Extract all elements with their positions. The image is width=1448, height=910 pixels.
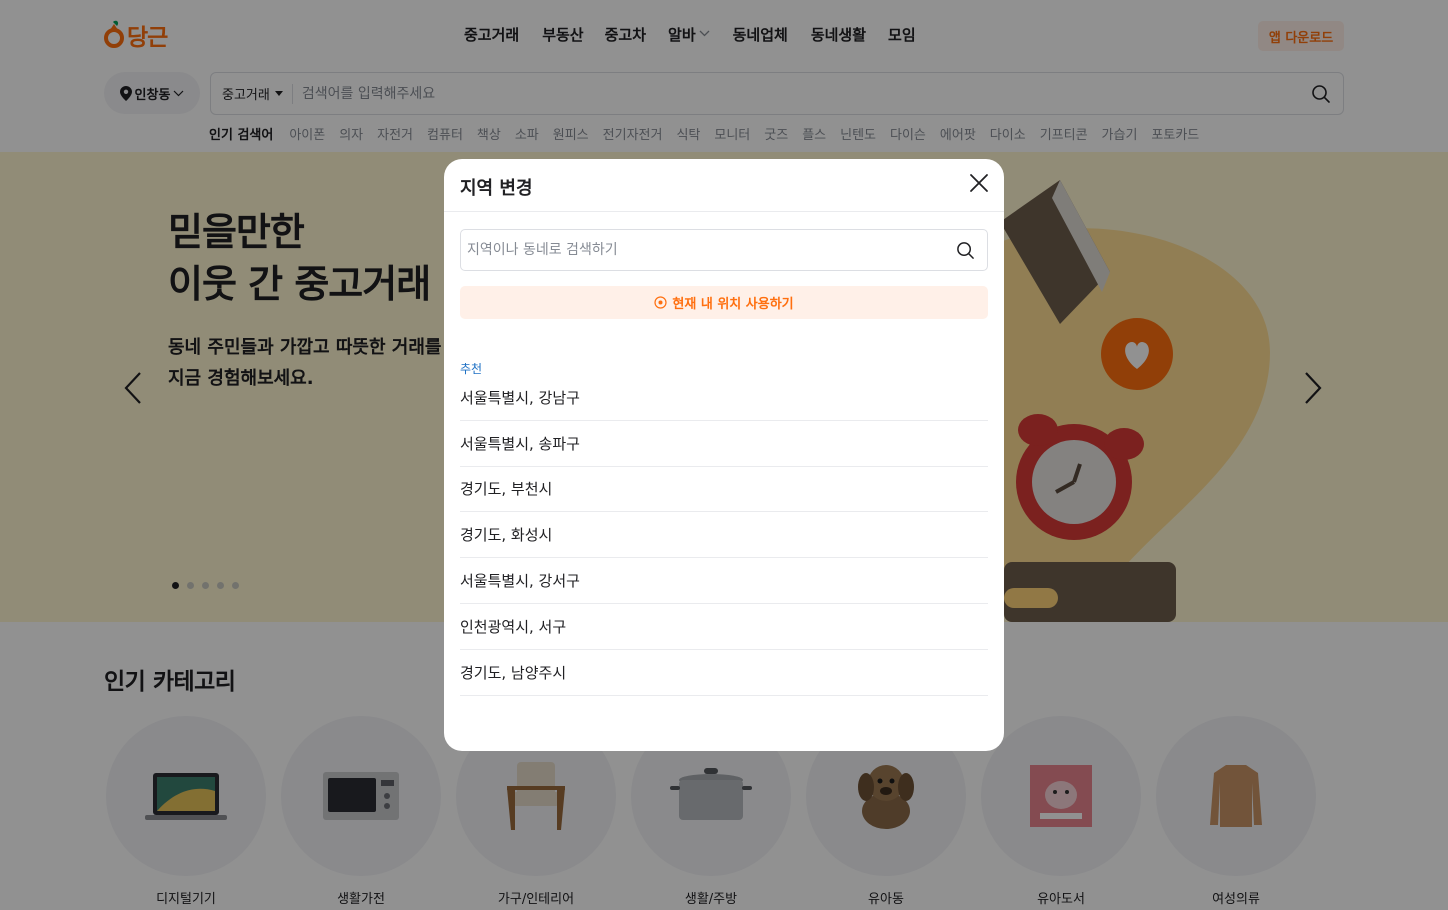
use-current-location-label: 현재 내 위치 사용하기 (672, 297, 794, 312)
region-item[interactable]: 서울특별시, 송파구 (460, 421, 988, 467)
crosshair-icon (654, 296, 667, 309)
use-current-location-button[interactable]: 현재 내 위치 사용하기 (460, 286, 988, 319)
region-item[interactable]: 서울특별시, 강서구 (460, 558, 988, 604)
region-item[interactable]: 경기도, 부천시 (460, 467, 988, 513)
close-icon[interactable] (968, 172, 990, 194)
region-search-field (460, 229, 988, 271)
recommended-region-list: 서울특별시, 강남구 서울특별시, 송파구 경기도, 부천시 경기도, 화성시 … (460, 375, 988, 696)
region-item[interactable]: 경기도, 화성시 (460, 512, 988, 559)
region-item[interactable]: 서울특별시, 강남구 (460, 375, 988, 421)
modal-header: 지역 변경 (444, 159, 1004, 212)
modal-title: 지역 변경 (460, 178, 533, 199)
region-change-modal: 지역 변경 현재 내 위치 사용하기 추천 서울특별시, 강남구 서울특별시, … (444, 159, 1004, 751)
search-icon[interactable] (956, 241, 975, 260)
region-item[interactable]: 인천광역시, 서구 (460, 604, 988, 650)
region-item[interactable]: 경기도, 남양주시 (460, 650, 988, 696)
region-search-input[interactable] (467, 242, 987, 258)
